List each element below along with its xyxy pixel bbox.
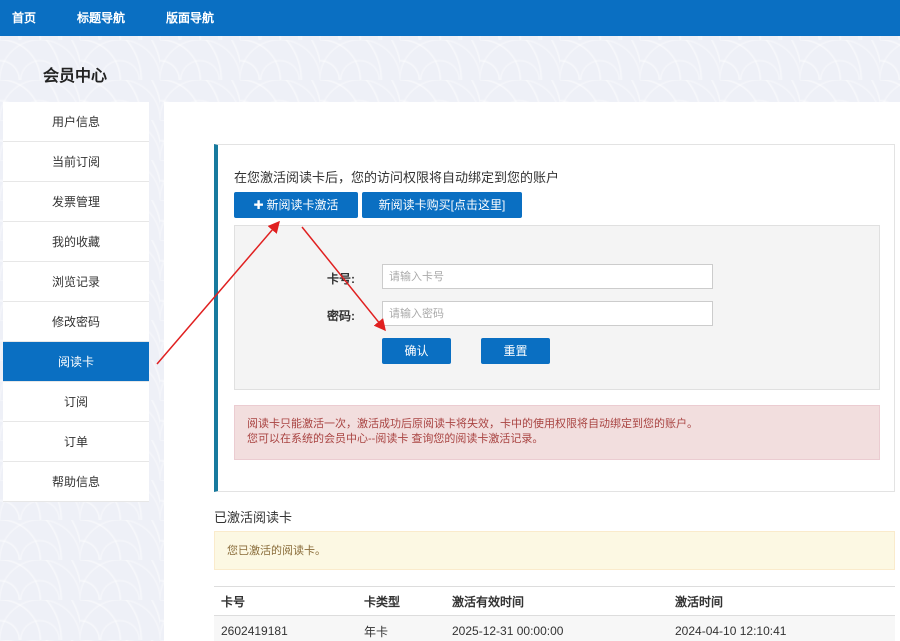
activation-intro: 在您激活阅读卡后，您的访问权限将自动绑定到您的账户 bbox=[234, 170, 560, 185]
activation-notice-line-1: 阅读卡只能激活一次，激活成功后原阅读卡将失效，卡中的使用权限将自动绑定到您的账户… bbox=[247, 418, 698, 430]
activated-cards-table: 卡号 卡类型 激活有效时间 激活时间 2602419181 年卡 2025-12… bbox=[214, 586, 895, 641]
sidebar-item-change-password[interactable]: 修改密码 bbox=[3, 302, 149, 342]
sidebar-item-history[interactable]: 浏览记录 bbox=[3, 262, 149, 302]
activated-cards-title: 已激活阅读卡 bbox=[214, 510, 293, 525]
activation-notice-line-2: 您可以在系统的会员中心--阅读卡 查询您的阅读卡激活记录。 bbox=[247, 433, 544, 445]
sidebar-item-help[interactable]: 帮助信息 bbox=[3, 462, 149, 502]
sidebar-item-orders[interactable]: 订单 bbox=[3, 422, 149, 462]
cell-valid-until: 2025-12-31 00:00:00 bbox=[445, 615, 668, 641]
activate-card-label: 新阅读卡激活 bbox=[266, 198, 339, 212]
column-header-card-number: 卡号 bbox=[214, 586, 357, 616]
sidebar-item-subscribe[interactable]: 订阅 bbox=[3, 382, 149, 422]
page-title: 会员中心 bbox=[43, 68, 108, 85]
cell-card-number: 2602419181 bbox=[214, 615, 357, 641]
card-number-label: 卡号: bbox=[327, 272, 355, 286]
sidebar-item-user-info[interactable]: 用户信息 bbox=[3, 102, 149, 142]
column-header-card-type: 卡类型 bbox=[357, 586, 445, 616]
buy-card-button[interactable]: 新阅读卡购买[点击这里] bbox=[362, 192, 522, 218]
activate-card-button[interactable]: ✚ 新阅读卡激活 bbox=[234, 192, 358, 218]
password-input[interactable] bbox=[382, 301, 713, 326]
nav-layout-navigation[interactable]: 版面导航 bbox=[154, 0, 214, 36]
sidebar-item-invoice[interactable]: 发票管理 bbox=[3, 182, 149, 222]
nav-title-navigation[interactable]: 标题导航 bbox=[65, 0, 125, 36]
nav-home[interactable]: 首页 bbox=[0, 0, 36, 36]
reset-button[interactable]: 重置 bbox=[481, 338, 550, 364]
sidebar: 用户信息 当前订阅 发票管理 我的收藏 浏览记录 修改密码 阅读卡 订阅 订单 … bbox=[3, 102, 149, 502]
column-header-valid-until: 激活有效时间 bbox=[445, 586, 668, 616]
sidebar-item-favorites[interactable]: 我的收藏 bbox=[3, 222, 149, 262]
main-content: 在您激活阅读卡后，您的访问权限将自动绑定到您的账户 ✚ 新阅读卡激活 新阅读卡购买… bbox=[164, 102, 900, 641]
card-number-input[interactable] bbox=[382, 264, 713, 289]
activated-cards-notice: 您已激活的阅读卡。 bbox=[214, 531, 895, 570]
activation-card: 在您激活阅读卡后，您的访问权限将自动绑定到您的账户 ✚ 新阅读卡激活 新阅读卡购买… bbox=[214, 144, 895, 492]
cell-activated-at: 2024-04-10 12:10:41 bbox=[668, 615, 895, 641]
password-label: 密码: bbox=[327, 309, 355, 323]
column-header-activated-at: 激活时间 bbox=[668, 586, 895, 616]
activation-notice: 阅读卡只能激活一次，激活成功后原阅读卡将失效，卡中的使用权限将自动绑定到您的账户… bbox=[234, 405, 880, 460]
plus-icon: ✚ bbox=[253, 198, 264, 212]
sidebar-item-current-subscription[interactable]: 当前订阅 bbox=[3, 142, 149, 182]
top-nav-bar: 首页 标题导航 版面导航 bbox=[0, 0, 900, 36]
sidebar-item-reading-card[interactable]: 阅读卡 bbox=[3, 342, 149, 382]
table-row: 2602419181 年卡 2025-12-31 00:00:00 2024-0… bbox=[214, 615, 895, 641]
confirm-button[interactable]: 确认 bbox=[382, 338, 451, 364]
table-header-row: 卡号 卡类型 激活有效时间 激活时间 bbox=[214, 586, 895, 616]
activation-form: 卡号: 密码: 确认 重置 bbox=[234, 225, 880, 390]
cell-card-type: 年卡 bbox=[357, 615, 445, 641]
